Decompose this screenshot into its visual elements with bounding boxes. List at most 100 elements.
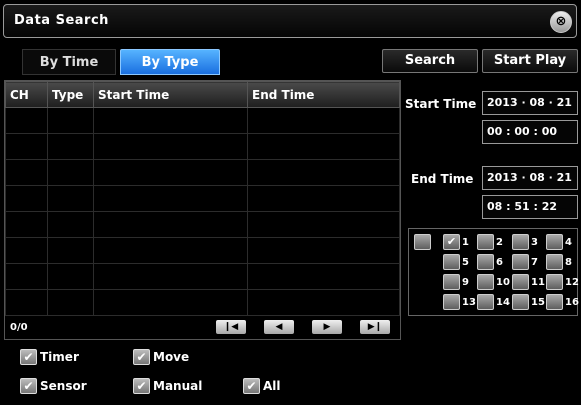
table-cell xyxy=(47,107,94,134)
filter-timer-label: Timer xyxy=(40,350,79,364)
channel-8-checkbox[interactable]: 8 xyxy=(546,254,572,270)
channel-label: 1 xyxy=(462,236,469,248)
channel-label: 15 xyxy=(531,296,545,308)
checkbox-icon[interactable] xyxy=(443,254,460,270)
end-time-field[interactable]: 08 : 51 : 22 xyxy=(482,195,578,219)
checkbox-icon[interactable] xyxy=(477,294,494,310)
checkbox-icon[interactable] xyxy=(477,234,494,250)
channel-3-checkbox[interactable]: 3 xyxy=(512,234,538,250)
channel-13-checkbox[interactable]: 13 xyxy=(443,294,476,310)
start-play-button[interactable]: Start Play xyxy=(482,49,578,73)
checkbox-icon[interactable] xyxy=(512,274,529,290)
tab-by-time[interactable]: By Time xyxy=(22,49,116,75)
checkbox-icon[interactable]: ✔ xyxy=(133,349,150,365)
filter-move[interactable]: ✔ Move xyxy=(133,349,189,365)
checkbox-icon[interactable]: ✔ xyxy=(20,349,37,365)
channel-11-checkbox[interactable]: 11 xyxy=(512,274,545,290)
table-cell xyxy=(47,133,94,160)
checkbox-icon[interactable] xyxy=(546,274,563,290)
checkbox-icon[interactable] xyxy=(512,234,529,250)
table-row[interactable] xyxy=(5,263,400,290)
channel-7-checkbox[interactable]: 7 xyxy=(512,254,538,270)
checkbox-icon[interactable] xyxy=(414,234,431,250)
table-cell xyxy=(93,289,248,316)
checkbox-icon[interactable]: ✔ xyxy=(243,378,260,394)
first-page-icon[interactable]: ❙◀ xyxy=(216,320,246,334)
checkbox-icon[interactable] xyxy=(443,274,460,290)
table-cell xyxy=(247,159,400,186)
column-header-start-time[interactable]: Start Time xyxy=(93,81,248,108)
channel-5-checkbox[interactable]: 5 xyxy=(443,254,469,270)
end-date-field[interactable]: 2013 · 08 · 21 xyxy=(482,166,578,190)
tab-by-type[interactable]: By Type xyxy=(120,49,220,75)
table-cell xyxy=(47,159,94,186)
checkbox-icon[interactable] xyxy=(546,234,563,250)
table-cell xyxy=(247,211,400,238)
channel-10-checkbox[interactable]: 10 xyxy=(477,274,510,290)
column-header-end-time[interactable]: End Time xyxy=(247,81,400,108)
filter-all[interactable]: ✔ All xyxy=(243,378,281,394)
table-row[interactable] xyxy=(5,211,400,238)
channel-4-checkbox[interactable]: 4 xyxy=(546,234,572,250)
checkbox-icon[interactable] xyxy=(443,294,460,310)
table-cell xyxy=(47,263,94,290)
column-header-ch[interactable]: CH xyxy=(5,81,48,108)
channel-1-checkbox[interactable]: ✔ 1 xyxy=(443,234,469,250)
prev-page-icon[interactable]: ◀ xyxy=(264,320,294,334)
table-cell xyxy=(5,211,48,238)
checkbox-icon[interactable]: ✔ xyxy=(20,378,37,394)
filter-move-label: Move xyxy=(153,350,190,364)
start-date-field[interactable]: 2013 · 08 · 21 xyxy=(482,91,578,115)
checkbox-icon[interactable]: ✔ xyxy=(133,378,150,394)
table-cell xyxy=(5,289,48,316)
checkbox-icon[interactable]: ✔ xyxy=(443,234,460,250)
channel-6-checkbox[interactable]: 6 xyxy=(477,254,503,270)
checkbox-icon[interactable] xyxy=(477,274,494,290)
channel-15-checkbox[interactable]: 15 xyxy=(512,294,545,310)
column-header-type[interactable]: Type xyxy=(47,81,94,108)
last-page-icon[interactable]: ▶❙ xyxy=(360,320,390,334)
table-row[interactable] xyxy=(5,237,400,264)
checkbox-icon[interactable] xyxy=(477,254,494,270)
channel-label: 3 xyxy=(531,236,538,248)
checkbox-icon[interactable] xyxy=(546,294,563,310)
channel-label: 14 xyxy=(496,296,510,308)
close-icon[interactable]: ⊗ xyxy=(550,11,572,33)
table-cell xyxy=(5,185,48,212)
table-cell xyxy=(247,289,400,316)
channel-grid: ✔ 1 2 3 4 5 6 7 8 9 10 11 12 13 14 15 16 xyxy=(408,228,579,316)
start-time-field[interactable]: 00 : 00 : 00 xyxy=(482,120,578,144)
channel-label: 2 xyxy=(496,236,503,248)
title-bar: Data Search ⊗ xyxy=(3,4,577,38)
channel-label: 4 xyxy=(565,236,572,248)
next-page-icon[interactable]: ▶ xyxy=(312,320,342,334)
table-row[interactable] xyxy=(5,133,400,160)
table-cell xyxy=(93,159,248,186)
table-row[interactable] xyxy=(5,107,400,134)
filter-sensor[interactable]: ✔ Sensor xyxy=(20,378,87,394)
checkbox-icon[interactable] xyxy=(546,254,563,270)
table-cell xyxy=(5,237,48,264)
search-button[interactable]: Search xyxy=(382,49,478,73)
channel-label: 10 xyxy=(496,276,510,288)
end-time-label: End Time xyxy=(411,172,474,186)
table-cell xyxy=(93,133,248,160)
checkbox-icon[interactable] xyxy=(512,294,529,310)
channel-9-checkbox[interactable]: 9 xyxy=(443,274,469,290)
table-cell xyxy=(93,211,248,238)
table-cell xyxy=(93,237,248,264)
filter-timer[interactable]: ✔ Timer xyxy=(20,349,79,365)
table-row[interactable] xyxy=(5,185,400,212)
table-row[interactable] xyxy=(5,289,400,316)
table-cell xyxy=(247,185,400,212)
table-cell xyxy=(47,185,94,212)
channel-12-checkbox[interactable]: 12 xyxy=(546,274,579,290)
checkbox-icon[interactable] xyxy=(512,254,529,270)
table-row[interactable] xyxy=(5,159,400,186)
channel-14-checkbox[interactable]: 14 xyxy=(477,294,510,310)
channel-2-checkbox[interactable]: 2 xyxy=(477,234,503,250)
channel-16-checkbox[interactable]: 16 xyxy=(546,294,579,310)
filter-manual[interactable]: ✔ Manual xyxy=(133,378,202,394)
filter-manual-label: Manual xyxy=(153,379,203,393)
channel-all-toggle[interactable] xyxy=(414,234,433,250)
